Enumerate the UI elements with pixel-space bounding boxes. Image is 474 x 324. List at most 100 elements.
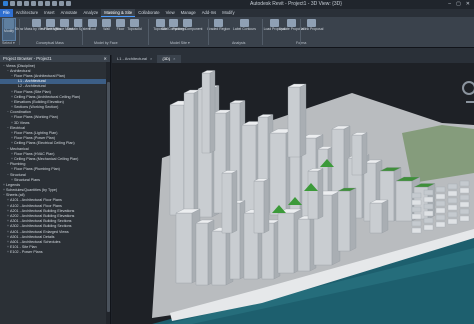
tab-modify[interactable]: Modify	[219, 9, 237, 17]
label-contours-icon	[240, 19, 249, 27]
text-icon[interactable]	[52, 1, 57, 6]
unlink-proposal-button[interactable]: Unlink Proposal	[300, 19, 323, 32]
low-building	[435, 200, 446, 207]
tab-annotate[interactable]: Annotate	[58, 9, 81, 17]
tree-item-e102-power-plans[interactable]: + E102 - Power Plans	[0, 250, 110, 255]
building-2-front	[183, 92, 195, 214]
button-label: Wall	[103, 27, 110, 31]
tree-item-label: A102 - Architectural Floor Plans	[10, 203, 62, 208]
tab-file[interactable]: File	[0, 9, 13, 17]
tree-item-label: Floor Plans (HVAC Plan)	[14, 151, 55, 156]
mass-icon	[32, 19, 41, 27]
panel-label-model-site[interactable]: Model Site ▾	[170, 41, 190, 45]
scrollbar-thumb[interactable]	[106, 82, 110, 312]
panel-divider	[300, 19, 301, 45]
building-33-side	[317, 168, 324, 220]
building-27-side	[299, 83, 307, 158]
redo-icon[interactable]	[31, 1, 36, 6]
roof-button[interactable]: Roof	[86, 19, 99, 32]
zoom-bar-icon[interactable]	[466, 101, 474, 103]
tree-item-label: Architectural	[10, 68, 31, 73]
curtain-system-button[interactable]: Curtain System	[67, 19, 90, 32]
ribbon: Modify Show Mass by View Settings In-Place…	[0, 17, 474, 48]
button-label: Graded Region	[207, 27, 230, 31]
toposolid-button[interactable]: Toposolid	[127, 19, 142, 32]
project-browser-header: Project Browser - Project1 ✕	[0, 55, 110, 62]
tree-item-label: Legends	[6, 182, 21, 187]
tab-collaborate[interactable]: Collaborate	[135, 9, 162, 17]
undo-icon[interactable]	[24, 1, 29, 6]
unlink-proposal-icon	[307, 19, 316, 27]
panel-label-conceptual-mass[interactable]: Conceptual Mass	[36, 41, 64, 45]
building-25-side	[349, 187, 357, 252]
building-27-front	[287, 86, 301, 158]
minimize-icon[interactable]: –	[448, 1, 451, 7]
tree-item-label: E102 - Power Plans	[10, 250, 43, 255]
tree-item-label: 3D Views	[14, 120, 30, 125]
3d-view-icon[interactable]	[59, 1, 64, 6]
label-contours-button[interactable]: Label Contours	[233, 19, 256, 32]
tree-item-label: A401 - Architectural Enlarged Views	[10, 229, 69, 234]
tab-analyze[interactable]: Analyze	[80, 9, 101, 17]
close-icon[interactable]: ✕	[466, 1, 470, 7]
view-tab-l1-architectural[interactable]: L1 - Architectural ×	[112, 55, 157, 63]
view-tab-3d[interactable]: {3D} ×	[157, 55, 181, 63]
panel-label-analysis[interactable]: Analysis	[232, 41, 245, 45]
save-icon[interactable]	[17, 1, 22, 6]
navigation-wheel-icon[interactable]	[460, 79, 474, 105]
tree-item-label: A101 - Architectural Floor Plans	[10, 198, 62, 203]
tree-item-label: A501 - Architectural Details	[10, 234, 55, 239]
tree-item-label: Schedules/Quantities (by Type)	[6, 188, 58, 193]
low-building	[435, 214, 446, 221]
button-label: Toposolid	[127, 27, 142, 31]
measure-icon[interactable]	[45, 1, 50, 6]
3d-view-canvas[interactable]	[112, 63, 474, 324]
update-proposal-button[interactable]: Update Proposal	[279, 19, 304, 32]
tab-massing-site[interactable]: Massing & Site	[101, 9, 136, 17]
close-icon[interactable]: ✕	[103, 56, 107, 61]
toposolid-edit-icon	[156, 19, 165, 27]
floor-button[interactable]: Floor	[114, 19, 127, 32]
cursor-icon	[4, 19, 14, 29]
graded-region-button[interactable]: Graded Region	[207, 19, 230, 32]
tree-item-label: Floor Plans (Architectural Plan)	[14, 73, 66, 78]
tab-insert[interactable]: Insert	[41, 9, 57, 17]
building-34-front	[369, 202, 383, 234]
browser-scrollbar[interactable]	[106, 62, 110, 324]
tab-add-ins[interactable]: Add-Ins	[199, 9, 219, 17]
city-model-3d[interactable]	[112, 63, 474, 324]
maximize-icon[interactable]: ▢	[456, 1, 461, 7]
view-tab-label: L1 - Architectural	[117, 56, 148, 61]
print-icon[interactable]	[38, 1, 43, 6]
tab-close-icon[interactable]: ×	[150, 56, 152, 62]
in-place-mass-icon	[46, 19, 55, 27]
low-building	[435, 221, 446, 228]
view-tabs: L1 - Architectural × {3D} ×	[112, 55, 474, 63]
tab-manage[interactable]: Manage	[178, 9, 199, 17]
button-label: Label Contours	[233, 27, 256, 31]
parking-component-button[interactable]: Parking Component	[173, 19, 202, 32]
panel-label-model-by-face[interactable]: Model by Face	[94, 41, 118, 45]
open-icon[interactable]	[10, 1, 15, 6]
building-26-front	[201, 72, 211, 154]
floor-icon	[116, 19, 125, 27]
steering-ring-icon[interactable]	[462, 81, 474, 95]
wall-button[interactable]: Wall	[100, 19, 113, 32]
tab-view[interactable]: View	[163, 9, 178, 17]
low-building	[411, 192, 422, 199]
panel-label-forma[interactable]: Forma	[296, 41, 306, 45]
building-1-front	[169, 104, 185, 216]
building-28-front	[351, 134, 363, 176]
title-bar: Autodesk Revit - Project1 - 3D View: {3D…	[0, 0, 474, 9]
building-16-front	[175, 212, 193, 284]
tab-close-icon[interactable]: ×	[173, 56, 175, 62]
low-building	[447, 204, 458, 211]
tab-architecture[interactable]: Architecture	[13, 9, 41, 17]
section-icon[interactable]	[66, 1, 71, 6]
revit-logo-icon[interactable]	[3, 1, 8, 6]
ribbon-tabs: File Architecture Insert Annotate Analyze Mas…	[0, 9, 474, 17]
panel-label-select[interactable]: Select ▾	[2, 41, 15, 45]
low-building	[447, 183, 458, 190]
tree-item-label: Sheets (all)	[6, 193, 25, 198]
tree-item-label: Floor Plans (Site Plan)	[14, 89, 51, 94]
